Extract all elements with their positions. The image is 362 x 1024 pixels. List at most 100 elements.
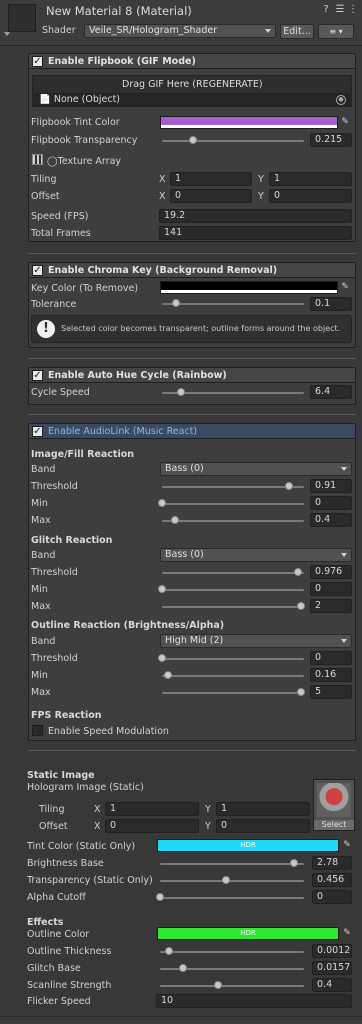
outline-thickness-track[interactable] (160, 951, 304, 953)
glitch-base-knob[interactable] (179, 964, 187, 972)
flipbook-tiling-x-field[interactable]: 1 (170, 172, 252, 186)
image-threshold-track[interactable] (162, 486, 304, 488)
image-min-field[interactable]: 0 (310, 496, 352, 510)
scanline-strength-field[interactable]: 0.4 (312, 978, 352, 992)
static-transparency-knob[interactable] (222, 876, 230, 884)
glitch-min-field[interactable]: 0 (310, 582, 352, 596)
outline-threshold-knob[interactable] (158, 654, 166, 662)
glitch-threshold-field[interactable]: 0.976 (310, 565, 352, 579)
image-max-field[interactable]: 0.4 (310, 513, 352, 527)
scanline-strength-knob[interactable] (214, 981, 222, 989)
static-transparency-label: Transparency (Static Only) (27, 875, 153, 886)
outline-max-track[interactable] (162, 692, 304, 694)
alpha-cutoff-track[interactable] (160, 897, 304, 899)
outline-thickness-field[interactable]: 0.0012 (312, 944, 352, 958)
brightness-base-knob[interactable] (290, 859, 298, 867)
glitch-threshold-knob[interactable] (294, 568, 302, 576)
material-preview-icon (8, 4, 36, 32)
more-icon[interactable]: ⋮ (347, 4, 359, 16)
flipbook-offset-x-field[interactable]: 0 (170, 189, 252, 203)
cycle-speed-knob[interactable] (177, 388, 185, 396)
glitch-max-track[interactable] (162, 606, 304, 608)
help-icon[interactable]: ? (320, 4, 332, 16)
flipbook-tint-swatch[interactable] (160, 116, 338, 129)
alpha-cutoff-knob[interactable] (156, 893, 164, 901)
static-tiling-y-field[interactable]: 1 (216, 802, 310, 816)
scanline-strength-track[interactable] (160, 985, 304, 987)
select-texture-button[interactable]: Select (314, 820, 354, 830)
outline-color-label: Outline Color (27, 929, 90, 940)
key-color-swatch[interactable] (160, 281, 338, 294)
outline-thickness-label: Outline Thickness (27, 946, 112, 957)
flipbook-transparency-field[interactable]: 0.215 (310, 133, 352, 147)
glitch-base-field[interactable]: 0.0157 (312, 961, 352, 975)
static-transparency-field[interactable]: 0.456 (312, 873, 352, 887)
static-transparency-track[interactable] (160, 880, 304, 882)
flipbook-tiling-y-field[interactable]: 1 (269, 172, 352, 186)
glitch-max-knob[interactable] (297, 602, 305, 610)
divider (28, 414, 356, 415)
image-threshold-knob[interactable] (285, 482, 293, 490)
settings-sliders-icon[interactable]: ☰ (334, 4, 346, 16)
image-min-track[interactable] (162, 503, 304, 505)
outline-band-dropdown[interactable]: High Mid (2) (160, 634, 352, 648)
tolerance-field[interactable]: 0.1 (310, 297, 352, 311)
flipbook-transparency-track[interactable] (162, 140, 304, 142)
static-tiling-x-field[interactable]: 1 (105, 802, 199, 816)
speed-fps-field[interactable]: 19.2 (159, 209, 352, 223)
shader-label: Shader (42, 25, 76, 36)
image-max-track[interactable] (162, 520, 304, 522)
eyedropper-icon[interactable]: ✎ (340, 282, 350, 292)
cycle-speed-field[interactable]: 6.4 (310, 385, 352, 399)
outline-color-swatch[interactable]: HDR (157, 927, 339, 940)
glitch-max-field[interactable]: 2 (310, 599, 352, 613)
texture-array-icon[interactable] (32, 154, 43, 165)
shader-list-button[interactable]: ≡ ▾ (318, 24, 354, 39)
fps-reaction-section: FPS Reaction (31, 710, 102, 721)
brightness-base-field[interactable]: 2.78 (312, 856, 352, 870)
eyedropper-icon[interactable]: ✎ (342, 840, 352, 850)
outline-thickness-knob[interactable] (165, 947, 173, 955)
flipbook-offset-y-field[interactable]: 0 (269, 189, 352, 203)
tolerance-track[interactable] (162, 303, 304, 305)
glitch-base-label: Glitch Base (27, 963, 81, 974)
alpha-cutoff-field[interactable]: 0 (312, 890, 352, 904)
warning-icon: ! (37, 320, 55, 338)
eyedropper-icon[interactable]: ✎ (340, 117, 350, 127)
gif-object-field[interactable]: 📄 None (Object) (34, 93, 350, 107)
hue-enable-checkbox[interactable]: ✓ (32, 370, 43, 381)
total-frames-field[interactable]: 141 (159, 226, 352, 240)
flipbook-transparency-knob[interactable] (189, 136, 197, 144)
image-min-knob[interactable] (158, 499, 166, 507)
flicker-speed-field[interactable]: 10 (156, 994, 352, 1008)
glitch-threshold-track[interactable] (162, 572, 304, 574)
outline-min-track[interactable] (162, 675, 304, 677)
glitch-min-knob[interactable] (158, 585, 166, 593)
flipbook-enable-checkbox[interactable]: ✓ (32, 56, 43, 67)
outline-threshold-field[interactable]: 0 (310, 651, 352, 665)
static-tint-swatch[interactable]: HDR (157, 839, 339, 852)
image-band-dropdown[interactable]: Bass (0) (160, 462, 352, 476)
outline-min-field[interactable]: 0.16 (310, 668, 352, 682)
object-picker-icon[interactable]: ● (336, 95, 346, 105)
edit-shader-button[interactable]: Edit... (280, 24, 314, 39)
static-offset-y-field[interactable]: 0 (216, 819, 310, 833)
outline-min-knob[interactable] (164, 671, 172, 679)
image-max-knob[interactable] (171, 516, 179, 524)
chroma-enable-checkbox[interactable]: ✓ (32, 265, 43, 276)
glitch-band-dropdown[interactable]: Bass (0) (160, 548, 352, 562)
image-threshold-field[interactable]: 0.91 (310, 479, 352, 493)
static-texture-thumbnail[interactable]: Select (313, 779, 355, 831)
outline-threshold-track[interactable] (162, 658, 304, 660)
collapse-arrow-icon[interactable] (4, 32, 10, 36)
static-offset-x-field[interactable]: 0 (105, 819, 199, 833)
speed-modulation-checkbox[interactable]: ✓ (32, 725, 43, 736)
eyedropper-icon[interactable]: ✎ (342, 928, 352, 938)
brightness-base-track[interactable] (160, 863, 304, 865)
shader-dropdown[interactable]: Veile_SR/Hologram_Shader (84, 24, 276, 38)
outline-max-field[interactable]: 5 (310, 685, 352, 699)
glitch-min-track[interactable] (162, 589, 304, 591)
tolerance-knob[interactable] (172, 299, 180, 307)
audiolink-enable-checkbox[interactable]: ✓ (32, 426, 43, 437)
outline-max-knob[interactable] (297, 688, 305, 696)
